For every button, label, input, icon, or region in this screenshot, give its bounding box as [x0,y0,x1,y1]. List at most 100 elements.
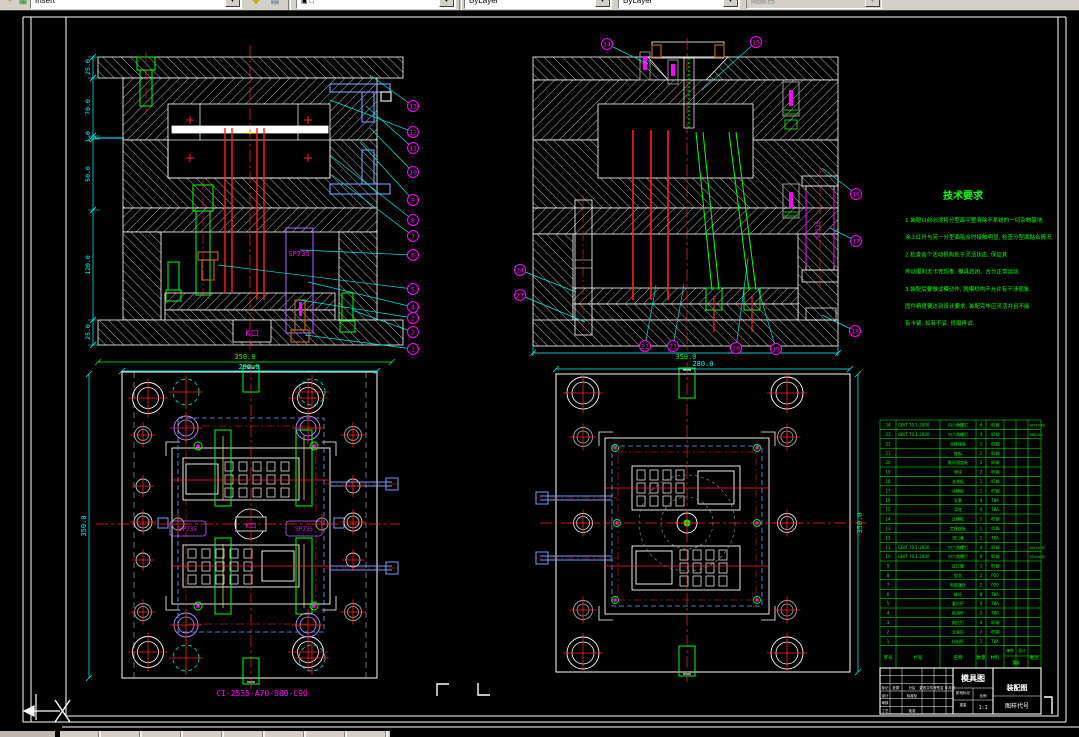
bom-cell: T8A [990,639,999,644]
chevron-down-icon[interactable]: ▼ [723,0,738,7]
bom-cell: 22 [885,441,891,446]
block-icon: ◆ [252,0,260,5]
bom-cell: 总计 [1018,648,1026,653]
bom-cell: 45钢 [990,628,999,634]
balloon-number: 7 [411,232,415,240]
bom-cell: 20 [885,460,891,465]
drawing-canvas[interactable]: SP735 K口 SP735 350.0 25.070.01.050.0120.… [0,0,1079,737]
balloon-number: 17 [852,237,860,245]
linetype-combo[interactable]: ByLayer ▼ [618,0,740,9]
section-view-right: SP735 350.0 [529,38,842,361]
layout-tabs-strip[interactable] [60,731,390,737]
bom-cell: 45钢 [990,563,999,569]
toolbar-separator [288,0,291,10]
dim-right: 350.0 [856,512,864,533]
bom-cell: 4 [980,601,983,606]
dim-top-inner: 290.0 [238,363,259,371]
dimension-chain: 25.0 70.0 1.0 50.0 120.0 25.0 [84,53,100,349]
title-block: 模具图 装配图 图样代号 1:1 标记 处数 分区 更改文件号 签名 年月日设计 标准化审核… [879,667,1042,715]
bom-cell: 定位圈 [952,563,964,569]
bom-cell: 8 [887,573,890,578]
color-combo[interactable]: ByLayer ▼ [464,0,612,9]
bom-cell: 23 [885,432,891,437]
bom-cell: GB/T 70.1-2000 [898,545,930,550]
fold-marks [436,683,1053,714]
bom-cell: 拉料杆 [952,638,964,644]
balloon-number: 20 [732,344,740,352]
title-block-cell: 标准化 [907,693,918,698]
bom-cell: 序号 [884,654,893,661]
balloon-number: 8 [411,216,415,224]
drawing-code: 图样代号 [1005,702,1029,710]
bom-cell: M10×30 [1030,546,1045,550]
plotstyle-combo-value: 随颜色 [751,0,775,5]
bom-cell: 15 [885,507,891,512]
bom-cell: 1 [980,488,983,493]
color-combo-value: ByLayer [469,0,499,5]
bom-cell: 6 [887,592,890,597]
bom-cell: 名称 [954,654,963,661]
bom-cell: 推杆 [954,591,962,597]
bom-cell: T8A [990,507,999,512]
dim-label: 70.0 [84,99,92,115]
bom-cell: 9 [887,564,890,569]
bom-cell: 2 [980,629,983,634]
drawing-scale: 1:1 [978,705,987,711]
bom-cell: 17 [885,488,891,493]
make-block-button[interactable]: ◆ [247,0,265,9]
balloon-number: 5 [411,285,415,293]
bom-cell: 18 [885,479,891,484]
bom-cell: 浇口套 [952,534,964,540]
layer-combo[interactable]: ▣ □ ▼ [296,0,456,9]
balloon-number: 24 [516,266,524,274]
bom-cell: 45钢 [990,516,999,522]
insert-combo[interactable]: Insert ▼ [30,0,242,9]
bom-cell: 内六角螺钉 [948,544,968,550]
gate-label: K口 [245,329,258,338]
dim-label: 25.0 [84,324,92,340]
balloon-number: 22 [641,342,649,350]
balloon-number: 12 [409,128,417,136]
title-block-cell: 签名 [937,685,944,690]
bom-cell: 4 [980,545,983,550]
bom-cell: T8A [990,535,999,540]
bom-cell: 导柱 [954,506,962,512]
bom-cell: 4 [980,507,983,512]
balloon-number: 4 [411,303,415,311]
chevron-down-icon[interactable]: ▼ [595,0,610,7]
title-block-cell: 分区 [909,685,917,690]
balloon-number: 19 [772,345,780,353]
bom-cell: 4 [980,423,983,428]
bom-cell: P20 [991,573,999,578]
balloon-number: 21 [669,342,677,350]
balloon-number: 9 [411,196,415,204]
table-icon: ▦ [18,0,28,5]
mold-base-caption: CI-2535-A70-B80-C90 [216,689,308,698]
title-block-cell: 批准 [909,708,917,713]
title-block-cell: 处数 [893,685,901,690]
chevron-down-icon[interactable]: ▼ [439,0,454,7]
tech-line: 传动顺利无卡死现象, 模具启闭、合分正常运动. [905,268,1020,276]
bom-cell: 3 [887,620,890,625]
bom-cell: 1 [980,639,983,644]
layers-button[interactable]: ▤ [266,0,284,9]
bom-cell: 21 [885,451,891,456]
cylinder-code-label: SP735 [815,221,822,239]
slide-label-right: SP735 [295,526,313,533]
bom-cell: 1 [887,639,890,644]
title-block-cell: 更改文件号 [919,685,937,690]
bom-cell: 13 [885,526,891,531]
section-view-left: SP735 K口 [95,45,404,350]
bom-cell: 4 [887,611,890,616]
balloon-number: 18 [851,327,859,335]
bom-cell: 1 [980,535,983,540]
bom-cell: 2 [887,629,890,634]
bom-cell: 45钢 [990,440,999,446]
bom-cell: 16 [885,498,891,503]
bom-cell: 4 [980,498,983,503]
bom-cell: 动模板 [952,487,964,493]
bom-cell: T8A [990,601,999,606]
bom-cell: 复位杆 [952,600,964,606]
chevron-down-icon[interactable]: ▼ [225,0,240,7]
tech-line: 有卡紧, 如有不妥, 修磨再试. [905,319,974,327]
